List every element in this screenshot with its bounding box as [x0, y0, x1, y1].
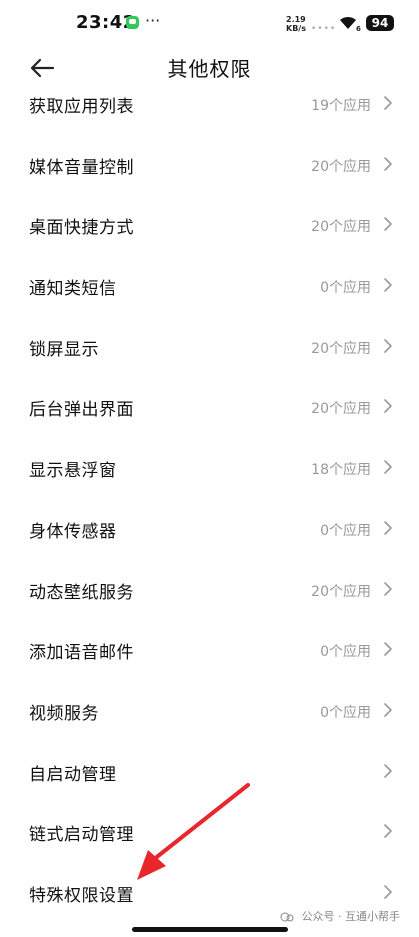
- permission-label: 通知类短信: [29, 279, 117, 300]
- watermark: 公众号 · 互通小帮手: [280, 908, 400, 924]
- permission-label: 视频服务: [29, 703, 99, 724]
- app-count: 19个应用: [311, 98, 371, 114]
- app-count: 0个应用: [320, 704, 371, 721]
- permission-row[interactable]: 桌面快捷方式 20个应用: [0, 195, 419, 256]
- app-count: 0个应用: [320, 522, 371, 539]
- chevron-right-icon: [384, 96, 392, 110]
- home-indicator[interactable]: [132, 927, 288, 932]
- chevron-right-icon: [384, 217, 392, 232]
- chevron-right-icon: [384, 642, 392, 656]
- app-count: 20个应用: [311, 340, 371, 357]
- permission-label: 锁屏显示: [29, 339, 99, 360]
- app-count: 20个应用: [311, 219, 371, 236]
- app-count: 20个应用: [311, 401, 371, 418]
- permission-list: 获取应用列表 19个应用 媒体音量控制 20个应用 桌面快捷方式 20个应用 通知类短信 0个…: [0, 74, 419, 924]
- permission-label: 媒体音量控制: [29, 157, 134, 178]
- permission-label: 添加语音邮件: [29, 643, 134, 664]
- permission-row[interactable]: 通知类短信 0个应用: [0, 256, 419, 317]
- permission-label: 自启动管理: [29, 764, 117, 785]
- permission-label: 显示悬浮窗: [29, 461, 117, 482]
- permission-label: 后台弹出界面: [29, 400, 134, 421]
- network-speed: 2.19 KB/s: [286, 15, 306, 33]
- permission-row[interactable]: 添加语音邮件 0个应用: [0, 620, 419, 681]
- message-icon: [126, 16, 139, 29]
- more-notifications-icon: ···: [145, 11, 161, 30]
- chevron-right-icon: [384, 156, 392, 171]
- battery-indicator: 94: [366, 15, 394, 31]
- chevron-right-icon: [384, 278, 392, 292]
- chevron-right-icon: [384, 824, 392, 839]
- signal-icon: ••••: [311, 24, 337, 34]
- network-speed-value: 2.19: [286, 15, 306, 24]
- wifi-icon: [340, 16, 356, 29]
- permission-row[interactable]: 显示悬浮窗 18个应用: [0, 438, 419, 499]
- app-count: 0个应用: [320, 280, 371, 297]
- permission-row[interactable]: 锁屏显示 20个应用: [0, 317, 419, 378]
- permission-row[interactable]: 后台弹出界面 20个应用: [0, 377, 419, 438]
- wifi-subscript: 6: [356, 25, 361, 33]
- app-count: 0个应用: [320, 644, 371, 661]
- chevron-right-icon: [384, 521, 392, 535]
- permission-row[interactable]: 身体传感器 0个应用: [0, 499, 419, 560]
- permission-label: 获取应用列表: [29, 97, 134, 117]
- chevron-right-icon: [384, 399, 392, 414]
- permission-row[interactable]: 链式启动管理: [0, 802, 419, 863]
- chevron-right-icon: [384, 338, 392, 353]
- permission-label: 桌面快捷方式: [29, 218, 134, 239]
- app-count: 18个应用: [311, 462, 371, 479]
- permission-label: 身体传感器: [29, 521, 117, 542]
- app-count: 20个应用: [311, 583, 371, 600]
- watermark-text: 公众号 · 互通小帮手: [301, 910, 401, 923]
- status-bar: 23:42 ··· 2.19 KB/s •••• 6 94: [0, 0, 419, 48]
- permission-row[interactable]: 动态壁纸服务 20个应用: [0, 560, 419, 621]
- permission-label: 链式启动管理: [29, 825, 134, 846]
- chevron-right-icon: [384, 885, 392, 899]
- permission-row[interactable]: 获取应用列表 19个应用: [0, 74, 419, 135]
- network-speed-unit: KB/s: [286, 24, 306, 33]
- chevron-right-icon: [384, 703, 392, 717]
- permission-row[interactable]: 视频服务 0个应用: [0, 681, 419, 742]
- chevron-right-icon: [384, 460, 392, 474]
- app-count: 20个应用: [311, 158, 371, 175]
- chevron-right-icon: [384, 763, 392, 778]
- permission-row[interactable]: 自启动管理: [0, 742, 419, 803]
- chevron-right-icon: [384, 581, 392, 596]
- permission-label: 动态壁纸服务: [29, 582, 134, 603]
- permission-label: 特殊权限设置: [29, 885, 134, 906]
- permission-row[interactable]: 媒体音量控制 20个应用: [0, 135, 419, 196]
- wechat-icon: [280, 912, 294, 922]
